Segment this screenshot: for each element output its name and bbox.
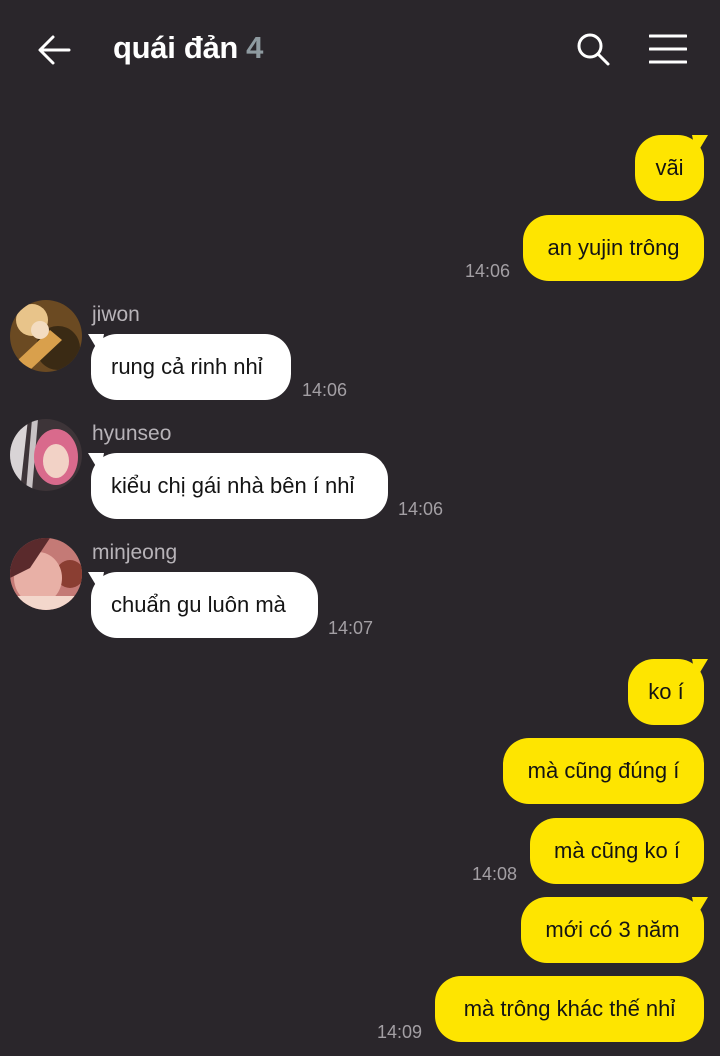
message-text: ko í [648, 679, 684, 704]
chat-title: quái đản 4 [113, 30, 263, 66]
bubble-tail [692, 897, 708, 917]
message-timestamp: 14:06 [398, 499, 444, 519]
message-text: an yujin trông [547, 235, 680, 260]
sender-name: jiwon [92, 303, 140, 326]
my-message-bubble[interactable]: mà cũng ko í [530, 818, 704, 884]
message-text: kiểu chị gái nhà bên í nhỉ [111, 473, 355, 498]
message-timestamp: 14:08 [472, 864, 518, 884]
bubble-tail [692, 135, 708, 155]
arrow-left-icon[interactable] [36, 32, 72, 68]
my-message-bubble[interactable]: mà trông khác thế nhỉ [435, 976, 704, 1042]
message-text: rung cả rinh nhỉ [111, 354, 263, 379]
message-timestamp: 14:06 [302, 380, 348, 400]
sender-name: hyunseo [92, 422, 172, 445]
message-text: vãi [655, 155, 684, 180]
search-icon[interactable] [575, 31, 611, 67]
other-message-bubble[interactable]: kiểu chị gái nhà bên í nhỉ [91, 453, 388, 519]
message-text: chuẩn gu luôn mà [111, 592, 286, 617]
my-message-bubble[interactable]: an yujin trông [523, 215, 704, 281]
chat-header: quái đản 4 [0, 0, 720, 100]
sender-name: minjeong [92, 541, 178, 564]
chat-room-name: quái đản [113, 30, 239, 65]
avatar-minjeong[interactable] [10, 538, 82, 610]
message-timestamp: 14:07 [328, 618, 374, 638]
message-text: mà cũng đúng í [527, 758, 680, 783]
hamburger-menu-icon[interactable] [649, 33, 687, 65]
message-timestamp: 14:06 [465, 261, 511, 281]
message-text: mới có 3 năm [545, 917, 680, 942]
other-message-bubble[interactable]: rung cả rinh nhỉ [91, 334, 291, 400]
avatar-hyunseo[interactable] [10, 419, 82, 491]
my-message-bubble[interactable]: mới có 3 năm [521, 897, 704, 963]
message-text: mà trông khác thế nhỉ [463, 996, 676, 1021]
bubble-tail [692, 659, 708, 679]
message-text: mà cũng ko í [554, 838, 680, 863]
other-message-bubble[interactable]: chuẩn gu luôn mà [91, 572, 318, 638]
avatar-jiwon[interactable] [10, 300, 82, 372]
message-timestamp: 14:09 [377, 1022, 423, 1042]
my-message-bubble[interactable]: mà cũng đúng í [503, 738, 704, 804]
member-count: 4 [246, 30, 264, 65]
